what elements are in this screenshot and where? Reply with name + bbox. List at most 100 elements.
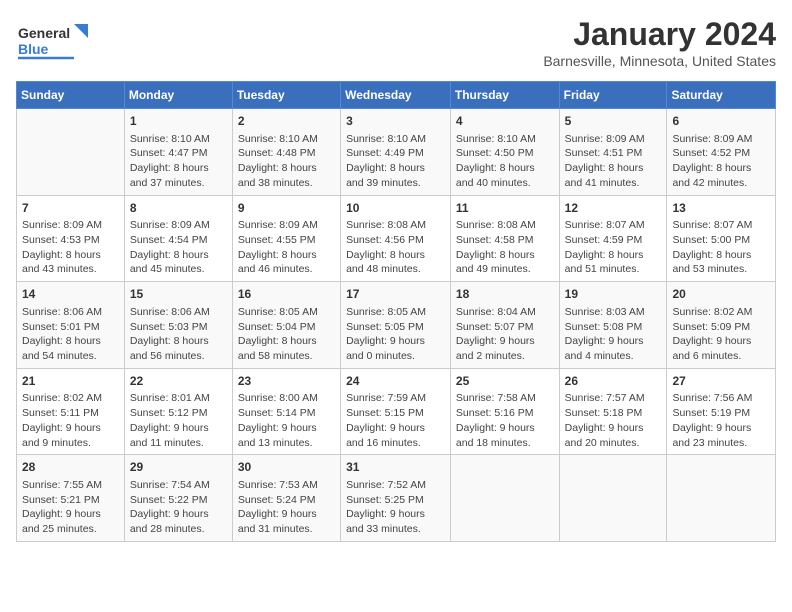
logo-svg: General Blue <box>16 16 96 66</box>
page-header: General Blue January 2024 Barnesville, M… <box>16 16 776 69</box>
day-number: 7 <box>22 200 119 217</box>
day-info: Sunrise: 8:04 AM Sunset: 5:07 PM Dayligh… <box>456 305 554 364</box>
day-info: Sunrise: 8:05 AM Sunset: 5:04 PM Dayligh… <box>238 305 335 364</box>
day-number: 23 <box>238 373 335 390</box>
day-info: Sunrise: 8:06 AM Sunset: 5:01 PM Dayligh… <box>22 305 119 364</box>
calendar-cell: 18 Sunrise: 8:04 AM Sunset: 5:07 PM Dayli… <box>450 282 559 369</box>
week-row-5: 28 Sunrise: 7:55 AM Sunset: 5:21 PM Dayli… <box>17 455 776 542</box>
calendar-cell <box>450 455 559 542</box>
calendar-cell: 24Sunrise: 7:59 AM Sunset: 5:15 PM Dayli… <box>341 368 451 455</box>
day-number: 9 <box>238 200 335 217</box>
day-number: 8 <box>130 200 227 217</box>
day-number: 21 <box>22 373 119 390</box>
calendar-header: SundayMondayTuesdayWednesdayThursdayFrid… <box>17 82 776 109</box>
day-info: Sunrise: 7:58 AM Sunset: 5:16 PM Dayligh… <box>456 391 554 450</box>
calendar-cell: 13Sunrise: 8:07 AM Sunset: 5:00 PM Dayli… <box>667 195 776 282</box>
month-title: January 2024 <box>543 16 776 53</box>
day-info: Sunrise: 8:03 AM Sunset: 5:08 PM Dayligh… <box>565 305 662 364</box>
calendar-cell: 27Sunrise: 7:56 AM Sunset: 5:19 PM Dayli… <box>667 368 776 455</box>
header-row: SundayMondayTuesdayWednesdayThursdayFrid… <box>17 82 776 109</box>
day-number: 25 <box>456 373 554 390</box>
calendar-cell: 16 Sunrise: 8:05 AM Sunset: 5:04 PM Dayli… <box>232 282 340 369</box>
calendar-cell: 6 Sunrise: 8:09 AM Sunset: 4:52 PM Daylig… <box>667 109 776 196</box>
day-info: Sunrise: 8:07 AM Sunset: 4:59 PM Dayligh… <box>565 218 662 277</box>
calendar-cell: 9Sunrise: 8:09 AM Sunset: 4:55 PM Daylig… <box>232 195 340 282</box>
calendar-cell: 28 Sunrise: 7:55 AM Sunset: 5:21 PM Dayli… <box>17 455 125 542</box>
day-number: 29 <box>130 459 227 476</box>
calendar-cell: 23Sunrise: 8:00 AM Sunset: 5:14 PM Dayli… <box>232 368 340 455</box>
day-info: Sunrise: 7:59 AM Sunset: 5:15 PM Dayligh… <box>346 391 445 450</box>
calendar-cell: 22Sunrise: 8:01 AM Sunset: 5:12 PM Dayli… <box>124 368 232 455</box>
day-info: Sunrise: 8:10 AM Sunset: 4:47 PM Dayligh… <box>130 132 227 191</box>
day-info: Sunrise: 8:07 AM Sunset: 5:00 PM Dayligh… <box>672 218 770 277</box>
calendar-cell: 21Sunrise: 8:02 AM Sunset: 5:11 PM Dayli… <box>17 368 125 455</box>
day-number: 18 <box>456 286 554 303</box>
day-number: 28 <box>22 459 119 476</box>
calendar-cell: 2Sunrise: 8:10 AM Sunset: 4:48 PM Daylig… <box>232 109 340 196</box>
calendar-cell: 1 Sunrise: 8:10 AM Sunset: 4:47 PM Daylig… <box>124 109 232 196</box>
day-info: Sunrise: 8:10 AM Sunset: 4:50 PM Dayligh… <box>456 132 554 191</box>
calendar-cell: 7Sunrise: 8:09 AM Sunset: 4:53 PM Daylig… <box>17 195 125 282</box>
calendar-cell: 26Sunrise: 7:57 AM Sunset: 5:18 PM Dayli… <box>559 368 667 455</box>
day-info: Sunrise: 8:09 AM Sunset: 4:54 PM Dayligh… <box>130 218 227 277</box>
day-info: Sunrise: 7:57 AM Sunset: 5:18 PM Dayligh… <box>565 391 662 450</box>
day-header-tuesday: Tuesday <box>232 82 340 109</box>
day-number: 1 <box>130 113 227 130</box>
calendar-cell: 14 Sunrise: 8:06 AM Sunset: 5:01 PM Dayli… <box>17 282 125 369</box>
week-row-2: 7Sunrise: 8:09 AM Sunset: 4:53 PM Daylig… <box>17 195 776 282</box>
day-number: 24 <box>346 373 445 390</box>
week-row-4: 21Sunrise: 8:02 AM Sunset: 5:11 PM Dayli… <box>17 368 776 455</box>
day-info: Sunrise: 8:09 AM Sunset: 4:52 PM Dayligh… <box>672 132 770 191</box>
calendar-cell: 20Sunrise: 8:02 AM Sunset: 5:09 PM Dayli… <box>667 282 776 369</box>
day-header-monday: Monday <box>124 82 232 109</box>
day-number: 13 <box>672 200 770 217</box>
day-info: Sunrise: 8:09 AM Sunset: 4:51 PM Dayligh… <box>565 132 662 191</box>
calendar-cell: 25Sunrise: 7:58 AM Sunset: 5:16 PM Dayli… <box>450 368 559 455</box>
day-info: Sunrise: 8:06 AM Sunset: 5:03 PM Dayligh… <box>130 305 227 364</box>
day-info: Sunrise: 8:01 AM Sunset: 5:12 PM Dayligh… <box>130 391 227 450</box>
day-info: Sunrise: 8:10 AM Sunset: 4:48 PM Dayligh… <box>238 132 335 191</box>
calendar-cell <box>17 109 125 196</box>
day-info: Sunrise: 7:52 AM Sunset: 5:25 PM Dayligh… <box>346 478 445 537</box>
calendar-cell: 30Sunrise: 7:53 AM Sunset: 5:24 PM Dayli… <box>232 455 340 542</box>
day-number: 11 <box>456 200 554 217</box>
day-header-sunday: Sunday <box>17 82 125 109</box>
calendar-cell <box>559 455 667 542</box>
calendar-cell: 8Sunrise: 8:09 AM Sunset: 4:54 PM Daylig… <box>124 195 232 282</box>
day-number: 14 <box>22 286 119 303</box>
day-info: Sunrise: 8:10 AM Sunset: 4:49 PM Dayligh… <box>346 132 445 191</box>
calendar-cell: 11Sunrise: 8:08 AM Sunset: 4:58 PM Dayli… <box>450 195 559 282</box>
day-info: Sunrise: 7:54 AM Sunset: 5:22 PM Dayligh… <box>130 478 227 537</box>
day-number: 5 <box>565 113 662 130</box>
day-number: 17 <box>346 286 445 303</box>
day-number: 3 <box>346 113 445 130</box>
day-header-wednesday: Wednesday <box>341 82 451 109</box>
day-number: 16 <box>238 286 335 303</box>
calendar-table: SundayMondayTuesdayWednesdayThursdayFrid… <box>16 81 776 542</box>
calendar-cell: 10Sunrise: 8:08 AM Sunset: 4:56 PM Dayli… <box>341 195 451 282</box>
day-number: 27 <box>672 373 770 390</box>
svg-text:Blue: Blue <box>18 41 49 57</box>
day-number: 15 <box>130 286 227 303</box>
day-number: 4 <box>456 113 554 130</box>
week-row-3: 14 Sunrise: 8:06 AM Sunset: 5:01 PM Dayli… <box>17 282 776 369</box>
day-info: Sunrise: 8:05 AM Sunset: 5:05 PM Dayligh… <box>346 305 445 364</box>
day-info: Sunrise: 7:55 AM Sunset: 5:21 PM Dayligh… <box>22 478 119 537</box>
calendar-cell: 12Sunrise: 8:07 AM Sunset: 4:59 PM Dayli… <box>559 195 667 282</box>
logo: General Blue <box>16 16 96 66</box>
calendar-cell: 4 Sunrise: 8:10 AM Sunset: 4:50 PM Daylig… <box>450 109 559 196</box>
location-title: Barnesville, Minnesota, United States <box>543 53 776 69</box>
day-number: 6 <box>672 113 770 130</box>
day-info: Sunrise: 8:02 AM Sunset: 5:09 PM Dayligh… <box>672 305 770 364</box>
calendar-cell: 19Sunrise: 8:03 AM Sunset: 5:08 PM Dayli… <box>559 282 667 369</box>
calendar-cell: 3 Sunrise: 8:10 AM Sunset: 4:49 PM Daylig… <box>341 109 451 196</box>
day-number: 10 <box>346 200 445 217</box>
day-info: Sunrise: 8:08 AM Sunset: 4:56 PM Dayligh… <box>346 218 445 277</box>
day-info: Sunrise: 7:53 AM Sunset: 5:24 PM Dayligh… <box>238 478 335 537</box>
title-block: January 2024 Barnesville, Minnesota, Uni… <box>543 16 776 69</box>
calendar-cell: 5 Sunrise: 8:09 AM Sunset: 4:51 PM Daylig… <box>559 109 667 196</box>
calendar-cell: 17 Sunrise: 8:05 AM Sunset: 5:05 PM Dayli… <box>341 282 451 369</box>
calendar-cell <box>667 455 776 542</box>
day-number: 26 <box>565 373 662 390</box>
day-number: 22 <box>130 373 227 390</box>
